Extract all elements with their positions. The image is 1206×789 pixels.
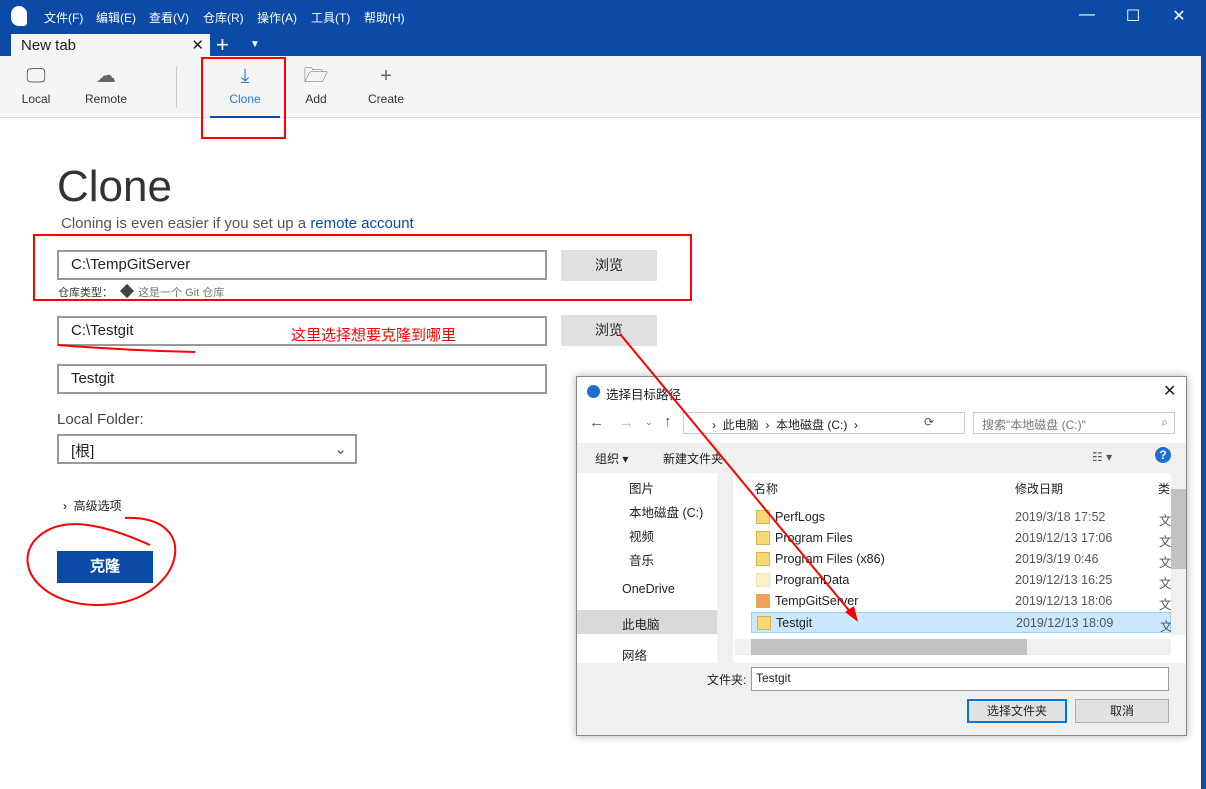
page-title: Clone	[57, 162, 172, 211]
tab-label: New tab	[21, 37, 77, 54]
menu-view[interactable]: 查看(V)	[149, 9, 189, 26]
back-icon[interactable]: ←	[589, 414, 604, 431]
remote-account-link[interactable]: remote account	[310, 215, 413, 232]
select-folder-button[interactable]: 选择文件夹	[967, 699, 1067, 723]
tab-dropdown-icon[interactable]: ▼	[250, 39, 260, 50]
create-button[interactable]: + Create	[364, 56, 408, 118]
column-type[interactable]: 类	[1158, 480, 1170, 497]
browse-destination-button[interactable]: 浏览	[561, 315, 657, 346]
app-logo-icon	[11, 6, 27, 26]
divider	[176, 66, 177, 108]
view-options-icon[interactable]: ☷ ▾	[1092, 450, 1112, 464]
file-row[interactable]: Program Files 2019/12/13 17:06 文	[751, 528, 1172, 549]
toolbar: 🖵 Local ☁ Remote ⤓ Clone 🗁 Add + Create	[0, 56, 1201, 118]
remote-button[interactable]: ☁ Remote	[78, 56, 134, 118]
horizontal-scrollbar[interactable]	[735, 639, 1171, 655]
address-bar[interactable]: › 此电脑 › 本地磁盘 (C:) › ⟳	[683, 412, 965, 434]
local-button[interactable]: 🖵 Local	[14, 56, 58, 118]
folder-icon	[756, 573, 770, 587]
folder-icon	[756, 510, 770, 524]
menu-file[interactable]: 文件(F)	[44, 9, 83, 26]
search-input[interactable]: 搜索"本地磁盘 (C:)" ⌕	[973, 412, 1175, 434]
column-date[interactable]: 修改日期	[1015, 480, 1063, 497]
folder-open-icon: 🗁	[303, 65, 329, 87]
nav-local-disk[interactable]: 本地磁盘 (C:)	[629, 502, 703, 521]
chevron-down-icon: ⌄	[334, 441, 347, 458]
chevron-right-icon: ›	[63, 499, 67, 513]
folder-icon	[756, 531, 770, 545]
nav-scrollbar[interactable]	[717, 473, 733, 663]
add-button[interactable]: 🗁 Add	[296, 56, 336, 118]
menu-tools[interactable]: 工具(T)	[311, 9, 350, 26]
new-folder-button[interactable]: 新建文件夹	[663, 450, 723, 467]
close-tab-icon[interactable]: ✕	[191, 36, 204, 54]
nav-this-pc[interactable]: 此电脑	[622, 614, 660, 633]
close-icon[interactable]: ✕	[1164, 6, 1194, 26]
column-name[interactable]: 名称	[754, 480, 778, 497]
window-border	[1201, 56, 1206, 789]
menu-repository[interactable]: 仓库(R)	[203, 9, 244, 26]
folder-icon	[756, 552, 770, 566]
nav-pictures[interactable]: 图片	[629, 478, 654, 497]
nav-videos[interactable]: 视频	[629, 526, 654, 545]
clone-submit-button[interactable]: 克隆	[57, 551, 153, 583]
repo-type: 仓库类型： 这是一个 Git 仓库	[58, 283, 224, 300]
refresh-icon[interactable]: ⟳	[924, 415, 934, 429]
local-folder-select[interactable]: [根] ⌄	[57, 434, 357, 464]
name-input[interactable]: Testgit	[57, 364, 547, 394]
git-folder-icon	[756, 594, 770, 608]
cancel-button[interactable]: 取消	[1075, 699, 1169, 723]
up-icon[interactable]: ↑	[664, 413, 672, 430]
cloud-icon: ☁	[96, 65, 116, 87]
maximize-icon[interactable]: ☐	[1118, 6, 1148, 26]
subtitle: Cloning is even easier if you set up a r…	[61, 215, 414, 232]
annotation-note: 这里选择想要克隆到哪里	[291, 327, 457, 344]
monitor-icon: 🖵	[26, 65, 46, 87]
menu-edit[interactable]: 编辑(E)	[96, 9, 136, 26]
vertical-scrollbar[interactable]	[1171, 473, 1186, 635]
download-icon: ⤓	[240, 65, 250, 87]
annotation-underline	[57, 344, 196, 353]
nav-music[interactable]: 音乐	[629, 550, 654, 569]
plus-icon: +	[380, 65, 392, 87]
minimize-icon[interactable]: —	[1072, 6, 1102, 24]
recent-dropdown-icon[interactable]: ⌄	[645, 417, 653, 428]
app-logo-icon	[587, 385, 600, 398]
nav-network[interactable]: 网络	[622, 645, 647, 664]
forward-icon[interactable]: →	[619, 414, 634, 431]
source-url-input[interactable]: C:\TempGitServer	[57, 250, 547, 280]
tab-new-tab[interactable]: New tab ✕	[11, 34, 210, 56]
file-row[interactable]: ProgramData 2019/12/13 16:25 文	[751, 570, 1172, 591]
git-icon	[119, 283, 135, 299]
file-row[interactable]: TempGitServer 2019/12/13 18:06 文	[751, 591, 1172, 612]
file-row[interactable]: Program Files (x86) 2019/3/19 0:46 文	[751, 549, 1172, 570]
file-row-selected[interactable]: Testgit 2019/12/13 18:09 文	[751, 612, 1173, 634]
folder-label: 文件夹:	[707, 673, 747, 687]
menu-actions[interactable]: 操作(A)	[257, 9, 297, 26]
nav-onedrive[interactable]: OneDrive	[622, 582, 675, 596]
clone-button[interactable]: ⤓ Clone	[210, 56, 280, 118]
dialog-close-icon[interactable]: ✕	[1163, 381, 1176, 401]
file-row[interactable]: PerfLogs 2019/3/18 17:52 文	[751, 507, 1172, 528]
folder-icon	[757, 616, 771, 630]
menu-help[interactable]: 帮助(H)	[364, 9, 405, 26]
local-folder-label: Local Folder:	[57, 411, 144, 428]
add-tab-icon[interactable]: +	[216, 32, 229, 58]
browse-source-button[interactable]: 浏览	[561, 250, 657, 281]
folder-name-input[interactable]: Testgit	[751, 667, 1169, 691]
advanced-options-toggle[interactable]: › 高级选项	[63, 497, 122, 514]
folder-picker-dialog: 选择目标路径 ✕ ← → ⌄ ↑ › 此电脑 › 本地磁盘 (C:) › ⟳ 搜…	[576, 376, 1187, 736]
dialog-title: 选择目标路径	[606, 388, 682, 402]
help-icon[interactable]: ?	[1155, 447, 1171, 463]
search-icon: ⌕	[1161, 415, 1168, 429]
organize-button[interactable]: 组织 ▾	[595, 450, 628, 467]
